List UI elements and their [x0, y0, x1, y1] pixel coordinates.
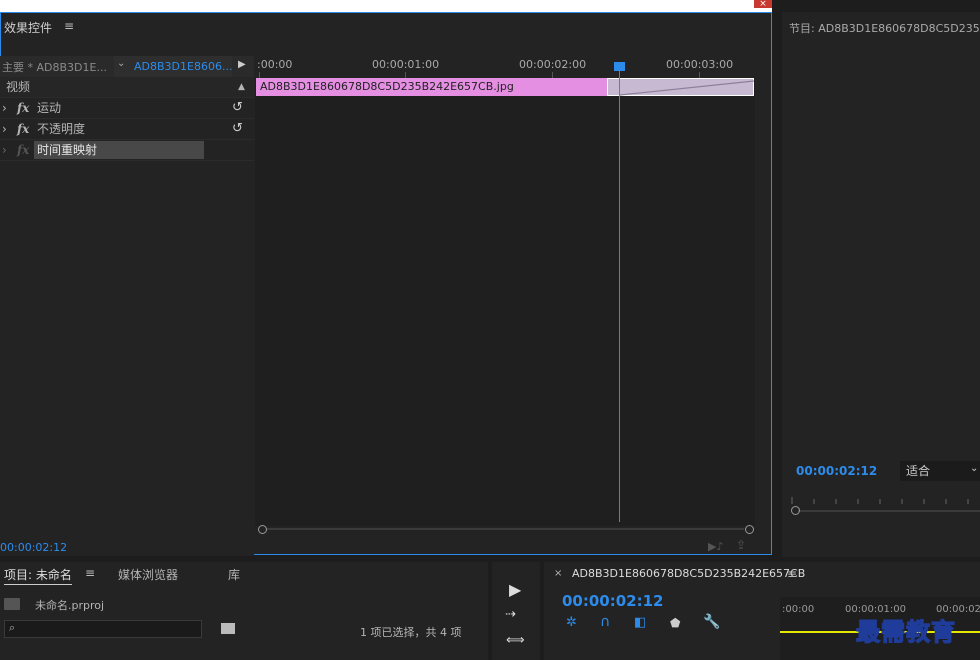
folder-icon [4, 598, 20, 610]
scroll-handle-left[interactable] [258, 525, 267, 534]
effect-controls-title[interactable]: 效果控件 [4, 19, 52, 36]
selection-status: 1 项已选择，共 4 项 [360, 626, 462, 639]
track-select-tool-icon[interactable]: ⇢ [505, 607, 516, 622]
filter-audio-icon[interactable]: ▶♪ [708, 540, 723, 553]
chevron-down-icon: ⌄ [117, 58, 126, 69]
playhead-line [619, 62, 620, 522]
playhead-handle[interactable] [614, 62, 625, 71]
clip-bar-tail[interactable] [607, 78, 755, 96]
program-title[interactable]: 节目: AD8B3D1E860678D8C5D235B24 [789, 20, 980, 36]
fit-select-value: 适合 [906, 464, 931, 478]
ripple-edit-tool-icon[interactable]: ⟺ [506, 633, 525, 648]
video-section-label: 视频 [6, 80, 31, 94]
clip-selector[interactable]: ⌄ AD8B3D1E8606... [114, 56, 232, 77]
current-time-readout[interactable]: 00:00:02:12 [0, 541, 67, 554]
clip-selector-label: AD8B3D1E8606... [134, 60, 233, 73]
watermark-text: 最需教育 [855, 616, 956, 646]
clip-bar[interactable]: AD8B3D1E860678D8C5D235B242E657CB.jpg [256, 78, 607, 96]
close-tab-icon[interactable]: × [554, 568, 562, 579]
fit-select[interactable]: 适合 ⌄ [900, 461, 980, 481]
selection-tool-icon[interactable]: ▶ [509, 580, 521, 599]
effect-timeline[interactable] [255, 56, 755, 526]
time-ruler[interactable]: :00:00 00:00:01:00 00:00:02:00 00:00:03:… [255, 56, 755, 78]
remap-ramp [619, 80, 755, 96]
window-top-strip [0, 0, 772, 12]
add-marker-icon[interactable]: ⬟ [670, 616, 680, 630]
effect-row-opacity[interactable]: › fx 不透明度 ↺ [0, 119, 254, 140]
project-file-name: 未命名.prproj [35, 599, 105, 612]
reset-icon[interactable]: ↺ [232, 98, 243, 118]
master-clip-header: 主要 * AD8B3D1E... ⌄ AD8B3D1E8606... ▶ [0, 56, 254, 77]
expand-chevron-icon[interactable]: › [2, 98, 7, 118]
sequence-time[interactable]: 00:00:02:12 [562, 592, 664, 610]
expand-chevron-icon[interactable]: › [2, 140, 7, 160]
zoom-scrollbar[interactable] [266, 528, 744, 530]
reset-icon[interactable]: ↺ [232, 119, 243, 139]
play-triangle-icon[interactable]: ▶ [238, 59, 246, 70]
panel-menu-icon[interactable]: ≡ [787, 567, 797, 581]
ruler-label: 00:00:02:00 [519, 58, 587, 71]
ruler-label: 00:00:01:00 [372, 58, 440, 71]
ruler-label: :00:00 [782, 604, 815, 615]
program-scrollbar[interactable] [798, 510, 980, 512]
effect-label: 不透明度 [37, 122, 86, 136]
search-input[interactable]: ⌕ [4, 620, 202, 638]
tab-media-browser[interactable]: 媒体浏览器 [118, 566, 178, 583]
master-clip-label: 主要 * AD8B3D1E... [2, 61, 107, 74]
sequence-tab[interactable]: AD8B3D1E860678D8C5D235B242E657CB [572, 567, 805, 580]
scroll-handle-right[interactable] [745, 525, 754, 534]
effect-label-selected: 时间重映射 [34, 141, 204, 159]
fx-icon[interactable]: fx [17, 119, 29, 139]
new-bin-icon[interactable] [221, 623, 235, 634]
effect-row-motion[interactable]: › fx 运动 ↺ [0, 98, 254, 119]
fx-icon[interactable]: fx [17, 98, 29, 118]
nest-icon[interactable]: ✲ [566, 615, 577, 630]
expand-chevron-icon[interactable]: › [2, 119, 7, 139]
wrench-icon[interactable]: 🔧 [703, 614, 720, 630]
effect-row-time-remap[interactable]: › fx 时间重映射 [0, 140, 254, 161]
chevron-down-icon: ⌄ [970, 463, 979, 474]
export-icon[interactable]: ⇪ [736, 538, 746, 552]
tab-project[interactable]: 项目: 未命名 [4, 566, 72, 585]
program-time[interactable]: 00:00:02:12 [796, 464, 877, 478]
effect-label: 运动 [37, 101, 62, 115]
ruler-label: 00:00:03:00 [666, 58, 734, 71]
video-section-header: 视频 ▲ [0, 77, 254, 98]
panel-menu-icon[interactable]: ≡ [64, 19, 74, 33]
program-ruler-ticks [790, 490, 980, 504]
snap-magnet-icon[interactable]: ∩ [600, 614, 610, 630]
ruler-label: :00:00 [257, 58, 293, 71]
search-icon: ⌕ [9, 621, 16, 634]
linked-selection-icon[interactable]: ◧ [634, 615, 646, 630]
tab-library[interactable]: 库 [228, 566, 240, 583]
close-icon[interactable]: × [754, 0, 772, 9]
collapse-up-icon[interactable]: ▲ [238, 77, 245, 97]
panel-menu-icon[interactable]: ≡ [85, 566, 95, 580]
program-scroll-handle[interactable] [791, 506, 800, 515]
fx-icon[interactable]: fx [17, 140, 29, 160]
